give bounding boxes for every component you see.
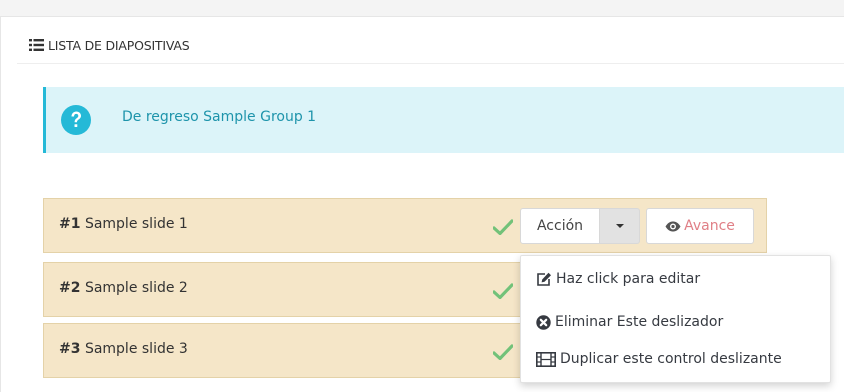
info-alert: De regreso Sample Group 1 bbox=[43, 87, 844, 153]
action-button[interactable]: Acción bbox=[520, 208, 600, 244]
slide-number: #3 bbox=[59, 341, 81, 357]
list-icon bbox=[29, 39, 44, 51]
menu-item-duplicate[interactable]: Duplicar este control deslizante bbox=[536, 349, 782, 369]
page: LISTA DE DIAPOSITIVAS De regreso Sample … bbox=[0, 0, 844, 392]
slide-actions: Acción Avance bbox=[520, 208, 754, 244]
heading-divider bbox=[17, 63, 844, 64]
slide-title: #1 Sample slide 1 bbox=[59, 216, 188, 232]
menu-item-edit[interactable]: Haz click para editar bbox=[536, 269, 700, 289]
panel-heading: LISTA DE DIAPOSITIVAS bbox=[29, 35, 190, 55]
menu-item-label: Duplicar este control deslizante bbox=[560, 351, 782, 367]
eye-icon bbox=[665, 221, 681, 231]
check-icon bbox=[493, 219, 513, 235]
slide-title: #2 Sample slide 2 bbox=[59, 280, 188, 296]
action-dropdown-menu: Haz click para editar Eliminar Este desl… bbox=[520, 255, 831, 383]
slide-title: #3 Sample slide 3 bbox=[59, 341, 188, 357]
alert-text: De regreso Sample Group 1 bbox=[122, 109, 317, 125]
remove-circle-icon bbox=[536, 314, 551, 330]
panel-heading-text: LISTA DE DIAPOSITIVAS bbox=[48, 37, 190, 53]
menu-item-delete[interactable]: Eliminar Este deslizador bbox=[536, 312, 723, 332]
menu-item-label: Haz click para editar bbox=[556, 271, 701, 287]
slide-name: Sample slide 3 bbox=[84, 341, 188, 357]
check-icon bbox=[493, 283, 513, 299]
slide-number: #2 bbox=[59, 280, 81, 296]
slide-row: #1 Sample slide 1 Acción Avance bbox=[43, 198, 767, 253]
slide-name: Sample slide 2 bbox=[84, 280, 188, 296]
action-dropdown-toggle[interactable] bbox=[600, 208, 640, 244]
film-icon bbox=[536, 351, 556, 367]
edit-icon bbox=[537, 272, 551, 286]
question-circle-icon bbox=[61, 105, 91, 135]
caret-down-icon bbox=[615, 224, 624, 228]
preview-label: Avance bbox=[684, 218, 735, 234]
menu-item-label: Eliminar Este deslizador bbox=[555, 314, 724, 330]
slide-name: Sample slide 1 bbox=[84, 216, 188, 232]
check-icon bbox=[493, 344, 513, 360]
slide-number: #1 bbox=[59, 216, 81, 232]
preview-button[interactable]: Avance bbox=[646, 208, 754, 244]
